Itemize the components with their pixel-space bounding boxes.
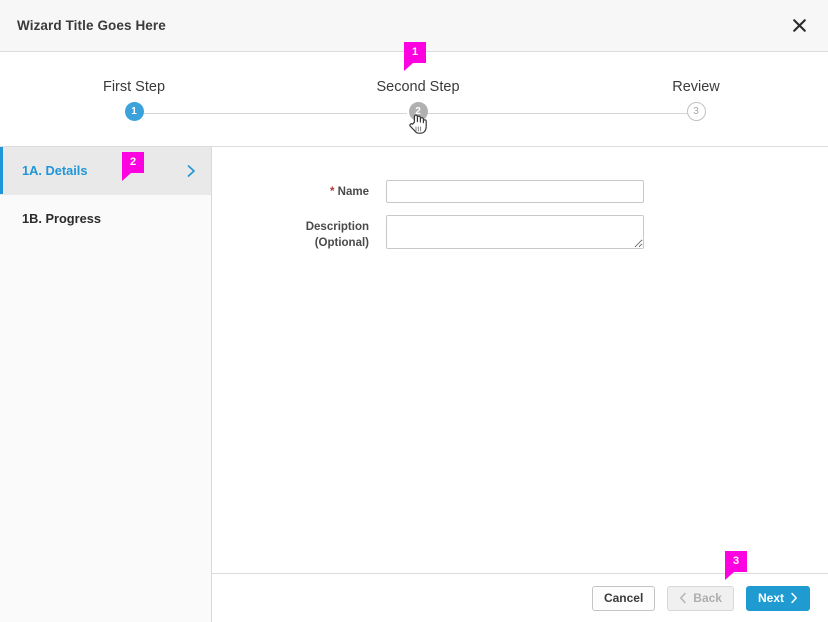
chevron-left-glyph [680,592,687,604]
back-button[interactable]: Back [667,585,734,611]
description-label-text: Description [305,221,369,233]
stepper-step-3[interactable]: Review 3 [596,52,796,129]
name-field-label: * Name [212,180,386,201]
stepper-step-2-circle[interactable]: 2 [408,102,428,121]
chevron-right-icon [186,164,197,178]
page-title: Wizard Title Goes Here [17,18,166,33]
stepper-step-1-label: First Step [102,79,166,95]
form-row-name: * Name [212,180,828,203]
dialog-body: 1A. Details 1B. Progress * Name Descript… [0,147,828,622]
cancel-button[interactable]: Cancel [591,585,656,611]
description-field-label: Description (Optional) [212,215,386,251]
stepper-track-right [427,113,687,114]
next-button[interactable]: Next [745,585,810,611]
chevron-right-glyph [187,164,195,177]
stepper-step-3-circle-wrap: 3 [596,95,796,129]
wizard-sidebar: 1A. Details 1B. Progress [0,147,212,622]
close-glyph [792,19,806,32]
sidebar-item-progress-label: 1B. Progress [22,211,101,226]
stepper-step-3-label: Review [672,79,720,95]
stepper-step-1-circle-wrap: 1 [34,95,234,129]
sidebar-item-details-label: 1A. Details [22,163,88,178]
back-button-label: Back [693,591,722,605]
dialog-titlebar: Wizard Title Goes Here [0,0,828,52]
stepper-step-2-circle-wrap: 2 [318,95,518,129]
wizard-main-panel: * Name Description (Optional) Cancel Bac… [212,147,828,622]
name-input[interactable] [386,180,644,203]
close-icon[interactable] [786,13,812,39]
chevron-right-glyph [791,592,797,604]
stepper-step-1[interactable]: First Step 1 [34,52,234,129]
stepper-step-3-circle[interactable]: 3 [686,102,706,121]
stepper-step-1-circle[interactable]: 1 [124,102,144,121]
chevron-right-icon [790,592,798,604]
chevron-left-icon [679,592,687,604]
wizard-dialog: Wizard Title Goes Here First Step 1 Seco… [0,0,828,622]
next-button-label: Next [757,591,784,605]
sidebar-item-progress[interactable]: 1B. Progress [0,195,211,243]
form-row-description: Description (Optional) [212,215,828,251]
description-optional-note: (Optional) [314,236,369,249]
name-label-text: Name [337,186,369,198]
cancel-button-label: Cancel [603,591,644,605]
sidebar-item-details[interactable]: 1A. Details [0,147,211,195]
stepper-step-2[interactable]: Second Step 2 [318,52,518,129]
stepper-track-left [144,113,407,114]
details-form: * Name Description (Optional) [212,147,828,573]
description-textarea[interactable] [386,215,644,249]
stepper-step-2-label: Second Step [376,79,460,95]
required-asterisk: * [329,186,335,198]
wizard-stepper: First Step 1 Second Step 2 Review 3 [0,52,828,147]
dialog-footer: Cancel Back Next [212,573,828,622]
